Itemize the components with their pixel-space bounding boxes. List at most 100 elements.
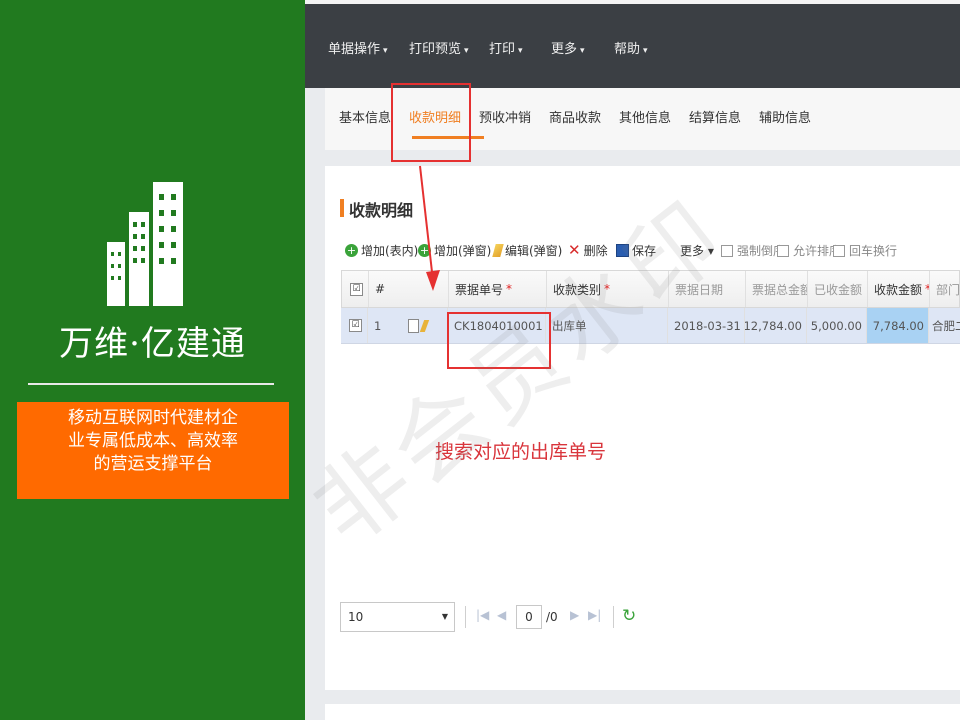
tab-goods-receipt[interactable]: 商品收款 [549,107,601,126]
header-date[interactable]: 票据日期 [669,271,746,307]
table-row[interactable]: ☑ 1 CK1804010001 出库单 2018-03-31 12,784.0… [341,308,960,344]
save-button[interactable]: 保存 [616,242,656,259]
last-page-icon[interactable]: ▶| [588,608,601,622]
pagination-bar: 10 ▼ |◀ ◀ 0 /0 ▶ ▶| ↻ [340,602,960,636]
menu-more[interactable]: 更多 ▾ [551,38,585,57]
delete-x-icon: ✕ [568,241,581,259]
document-icon[interactable] [408,318,419,333]
plus-icon: + [345,244,358,257]
cell-dept[interactable]: 合肥二 [929,308,960,343]
more-dropdown-button[interactable]: 更多 ▾ [680,242,714,259]
page-size-select[interactable]: 10 ▼ [340,602,455,632]
pencil-icon[interactable] [419,319,430,332]
checkbox-icon: ☑ [350,282,363,296]
title-accent-bar [340,199,344,217]
header-dept[interactable]: 部门名 [930,271,960,307]
tab-basic-info[interactable]: 基本信息 [339,107,391,126]
menu-label: 打印 [489,42,516,57]
tab-other-info[interactable]: 其他信息 [619,107,671,126]
caret-down-icon: ▾ [464,46,469,56]
delete-button[interactable]: ✕ 删除 [568,242,608,259]
required-mark: * [506,282,513,296]
caret-down-icon: ▾ [580,46,585,56]
button-label: 增加(表内) [361,244,419,258]
header-label: 收款类别 [553,282,602,297]
cell-received[interactable]: 5,000.00 [807,308,867,343]
enter-newline-option[interactable]: 回车换行 [833,242,897,259]
current-page-input[interactable]: 0 [516,605,542,629]
menu-print[interactable]: 打印 ▾ [489,38,523,57]
menu-label: 打印预览 [409,42,462,57]
button-label: 保存 [632,244,657,258]
brand-tagline: 移动互联网时代建材企 业专属低成本、高效率 的营运支撑平台 [17,402,289,499]
panel-title: 收款明细 [349,201,414,220]
pager-divider [613,606,614,628]
top-menu-bar: 单据操作 ▾ 打印预览 ▾ 打印 ▾ 更多 ▾ 帮助 ▾ [305,0,960,88]
refresh-icon[interactable]: ↻ [622,606,636,626]
header-amount[interactable]: 收款金额* [868,271,930,307]
checkbox-icon [833,244,845,257]
receipt-details-panel: 收款明细 + 增加(表内) + 增加(弹窗) 编辑(弹窗) ✕ 删除 保存 更多 ▾ … [325,166,960,690]
add-popup-button[interactable]: + 增加(弹窗) [418,242,491,259]
allow-sort-option[interactable]: 允许排序 [777,242,841,259]
header-total[interactable]: 票据总金额 [746,271,808,307]
row-index: 1 [374,318,382,333]
button-label: 增加(弹窗) [434,244,492,258]
tab-prepaid-offset[interactable]: 预收冲销 [479,107,531,126]
caret-down-icon: ▾ [643,46,648,56]
row-actions [388,308,448,343]
header-actions [389,271,449,307]
button-label: 删除 [583,244,608,258]
checkbox-icon [777,244,789,257]
cell-type[interactable]: 出库单 [546,308,668,343]
menu-print-preview[interactable]: 打印预览 ▾ [409,38,469,57]
first-page-icon[interactable]: |◀ [476,608,489,622]
prev-page-icon[interactable]: ◀ [497,608,506,622]
cell-amount[interactable]: 7,784.00 [867,308,929,343]
tab-auxiliary-info[interactable]: 辅助信息 [759,107,811,126]
header-label: 收款金额 [874,282,923,297]
next-page-icon[interactable]: ▶ [570,608,579,622]
total-pages: /0 [546,610,558,624]
menu-document-ops[interactable]: 单据操作 ▾ [328,38,388,57]
highlight-box-doc-no [447,312,551,369]
pager-divider [465,606,466,628]
highlight-box-tab [391,83,471,162]
checkbox-icon [721,244,733,257]
add-inline-button[interactable]: + 增加(表内) [345,242,418,259]
grid-header: ☑ # 票据单号* 收款类别* 票据日期 票据总金额 已收金额 收款金额* 部门… [341,270,960,308]
brand-panel: 万维·亿建通 移动互联网时代建材企 业专属低成本、高效率 的营运支撑平台 [0,0,305,720]
menu-label: 单据操作 [328,42,381,57]
secondary-panel [325,704,960,720]
caret-down-icon: ▾ [383,46,388,56]
option-label: 回车换行 [849,244,898,258]
plus-icon: + [418,244,431,257]
header-select-all[interactable]: ☑ [342,271,369,307]
annotation-text: 搜索对应的出库单号 [435,441,607,463]
force-reverse-option[interactable]: 强制倒序 [721,242,785,259]
menu-label: 帮助 [614,42,641,57]
receipt-grid: ☑ # 票据单号* 收款类别* 票据日期 票据总金额 已收金额 收款金额* 部门… [341,270,960,352]
required-mark: * [604,282,611,296]
brand-divider [28,383,274,385]
header-doc-no[interactable]: 票据单号 * [449,271,547,307]
button-label: 编辑(弹窗) [505,244,563,258]
edit-popup-button[interactable]: 编辑(弹窗) [492,242,563,259]
menu-help[interactable]: 帮助 ▾ [614,38,648,57]
tab-settlement-info[interactable]: 结算信息 [689,107,741,126]
pencil-icon [492,244,504,257]
cell-total[interactable]: 12,784.00 [745,308,807,343]
row-select[interactable]: ☑ [341,308,368,343]
header-received[interactable]: 已收金额 [808,271,868,307]
save-disk-icon [616,244,629,257]
building-logo-icon [107,182,183,306]
brand-name: 万维·亿建通 [59,324,246,364]
caret-down-icon: ▾ [518,46,523,56]
cell-date[interactable]: 2018-03-31 [668,308,745,343]
checkbox-icon: ☑ [349,319,362,332]
header-label: 票据单号 [455,282,504,297]
header-index: # [375,282,386,296]
page-size-value: 10 [348,610,364,624]
menu-label: 更多 [551,42,578,57]
header-type[interactable]: 收款类别 * [547,271,669,307]
